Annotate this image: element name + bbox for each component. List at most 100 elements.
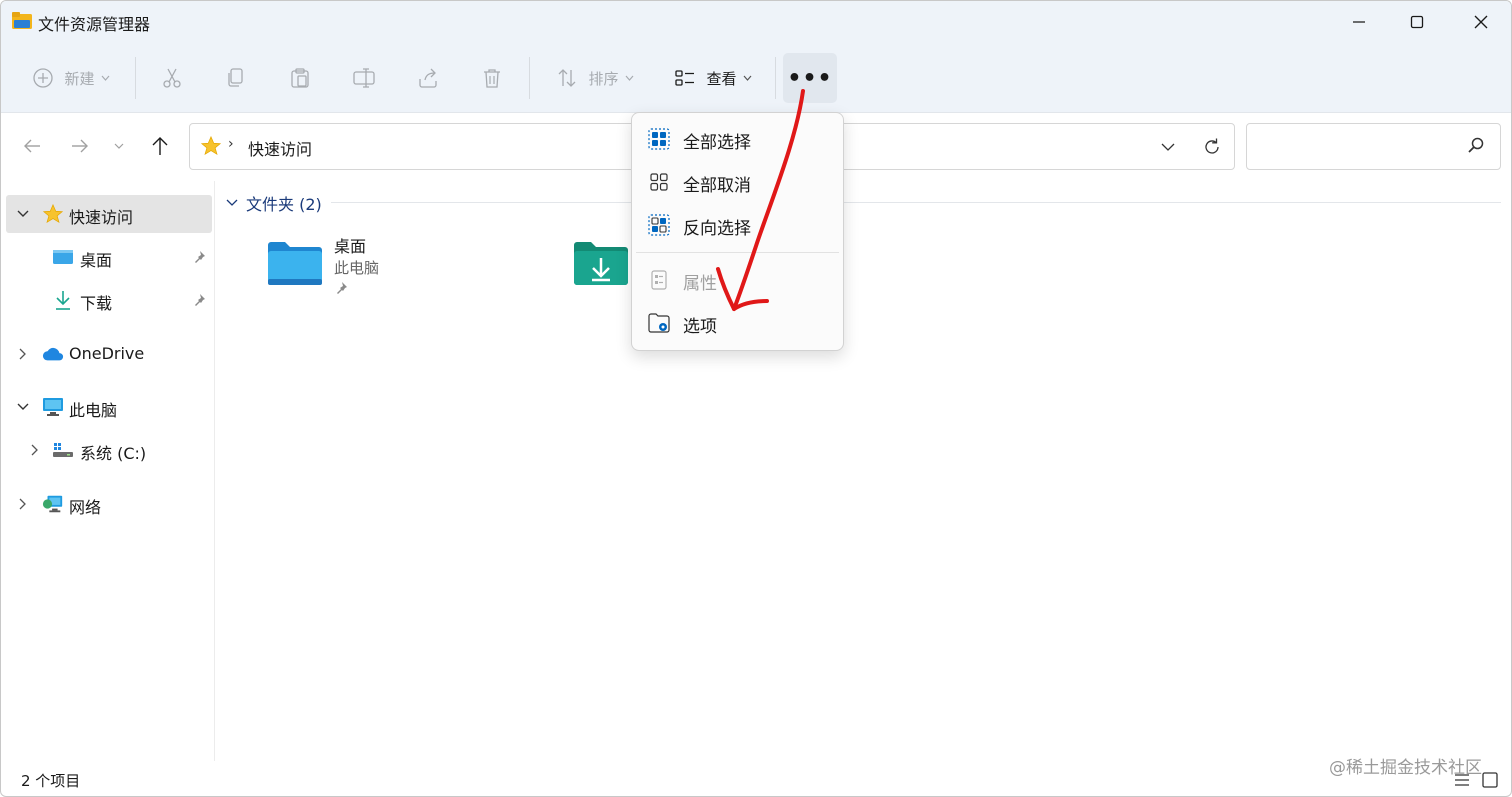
status-bar: 2 个项目	[1, 761, 1511, 796]
forward-button[interactable]	[63, 131, 97, 161]
network-icon	[42, 493, 64, 515]
cut-button[interactable]	[151, 55, 193, 101]
arrow-right-icon	[72, 139, 88, 153]
menu-item-select-all[interactable]: 全部选择	[636, 119, 839, 159]
up-button[interactable]	[143, 131, 177, 161]
group-header[interactable]: 文件夹 (2)	[226, 191, 322, 215]
menu-item-invert-selection[interactable]: 反向选择	[636, 205, 839, 245]
refresh-button[interactable]	[1198, 134, 1226, 160]
download-icon	[52, 289, 74, 311]
chevron-right-icon[interactable]	[28, 443, 42, 457]
sort-icon	[559, 69, 576, 87]
folder-options-icon	[648, 313, 670, 333]
view-button[interactable]: 查看	[665, 55, 761, 101]
pin-icon	[337, 282, 347, 294]
rename-button[interactable]	[343, 55, 385, 101]
folder-icon	[268, 242, 322, 285]
recent-locations-button[interactable]	[105, 131, 133, 161]
file-list: 文件夹 (2) 桌面 此电脑	[216, 181, 1511, 761]
sidebar-item-label: OneDrive	[69, 344, 145, 363]
sort-label: 排序	[588, 69, 619, 88]
toolbar-separator	[135, 57, 136, 99]
maximize-button[interactable]	[1385, 1, 1449, 43]
pin-icon[interactable]	[192, 250, 206, 264]
sidebar-item-network[interactable]: 网络	[6, 485, 212, 523]
large-icons-view-icon[interactable]	[1481, 771, 1499, 789]
sidebar-item-desktop[interactable]: 桌面	[6, 238, 212, 276]
more-options-button[interactable]: •••	[783, 53, 837, 103]
clipboard-icon	[291, 68, 309, 88]
toolbar-separator	[529, 57, 530, 99]
breadcrumb[interactable]: 快速访问	[248, 136, 312, 160]
back-button[interactable]	[15, 131, 49, 161]
minimize-button[interactable]	[1327, 1, 1391, 43]
item-count: 2 个项目	[21, 772, 81, 790]
arrow-left-icon	[24, 139, 40, 153]
close-button[interactable]	[1449, 1, 1511, 43]
more-options-menu: 全部选择 全部取消 反向选择 属性 选项	[631, 112, 844, 351]
cloud-icon	[42, 343, 64, 365]
folder-item-desktop[interactable]: 桌面 此电脑	[266, 233, 516, 303]
sidebar-item-label: 下载	[80, 294, 113, 313]
computer-icon	[42, 396, 64, 418]
sidebar-item-this-pc[interactable]: 此电脑	[6, 388, 212, 426]
drive-icon	[52, 439, 74, 461]
explorer-window: 文件资源管理器 新建 排序 查看 ••• › 快速访问 快速访问 桌面 下载 O…	[0, 0, 1512, 797]
refresh-icon	[1205, 138, 1219, 154]
sidebar-item-label: 桌面	[80, 251, 113, 270]
chevron-down-icon	[743, 75, 751, 81]
sidebar-item-label: 此电脑	[69, 401, 118, 420]
chevron-right-icon[interactable]	[16, 347, 30, 361]
title-bar: 文件资源管理器	[1, 1, 1511, 43]
search-input[interactable]	[1255, 134, 1455, 160]
select-none-icon	[650, 173, 668, 191]
address-history-button[interactable]	[1154, 134, 1182, 160]
rename-icon	[353, 68, 375, 88]
sidebar-item-onedrive[interactable]: OneDrive	[6, 335, 212, 373]
scissors-icon	[163, 68, 181, 88]
chevron-down-icon	[101, 75, 109, 81]
chevron-right-icon[interactable]	[16, 497, 30, 511]
new-label: 新建	[64, 69, 95, 88]
menu-item-options[interactable]: 选项	[636, 303, 839, 343]
menu-item-label: 选项	[683, 317, 717, 337]
maximize-icon	[1410, 15, 1424, 29]
window-title: 文件资源管理器	[38, 15, 151, 34]
share-button[interactable]	[407, 55, 449, 101]
group-label: 文件夹 (2)	[246, 195, 322, 214]
sidebar-item-label: 网络	[69, 498, 102, 517]
trash-icon	[484, 69, 500, 88]
new-button[interactable]: 新建	[23, 55, 119, 101]
watermark: @稀土掘金技术社区	[1329, 758, 1482, 778]
pin-icon[interactable]	[192, 293, 206, 307]
folder-location: 此电脑	[334, 259, 380, 277]
properties-icon	[651, 270, 667, 290]
search-icon	[1468, 137, 1484, 153]
search-box[interactable]	[1246, 123, 1501, 170]
command-bar: 新建 排序 查看 •••	[1, 43, 1511, 113]
menu-separator	[636, 252, 839, 253]
plus-circle-icon	[33, 68, 54, 88]
menu-item-label: 全部取消	[683, 176, 751, 196]
delete-button[interactable]	[471, 55, 513, 101]
sidebar-item-quick-access[interactable]: 快速访问	[6, 195, 212, 233]
view-label: 查看	[706, 69, 737, 88]
chevron-down-icon[interactable]	[16, 207, 30, 221]
paste-button[interactable]	[279, 55, 321, 101]
copy-button[interactable]	[215, 55, 257, 101]
toolbar-separator	[775, 57, 776, 99]
sort-button[interactable]: 排序	[549, 55, 641, 101]
chevron-down-icon	[114, 143, 124, 149]
menu-item-properties[interactable]: 属性	[636, 260, 839, 300]
arrow-up-icon	[152, 137, 168, 155]
close-icon	[1474, 15, 1488, 29]
sidebar-item-downloads[interactable]: 下载	[6, 281, 212, 319]
sidebar-item-system-drive[interactable]: 系统 (C:)	[6, 431, 212, 469]
chevron-down-icon	[625, 75, 633, 81]
desktop-icon	[52, 246, 74, 268]
invert-selection-icon	[648, 214, 670, 236]
chevron-down-icon[interactable]	[16, 400, 30, 414]
share-icon	[419, 68, 437, 88]
folder-item-downloads[interactable]	[572, 233, 632, 303]
menu-item-select-none[interactable]: 全部取消	[636, 162, 839, 202]
